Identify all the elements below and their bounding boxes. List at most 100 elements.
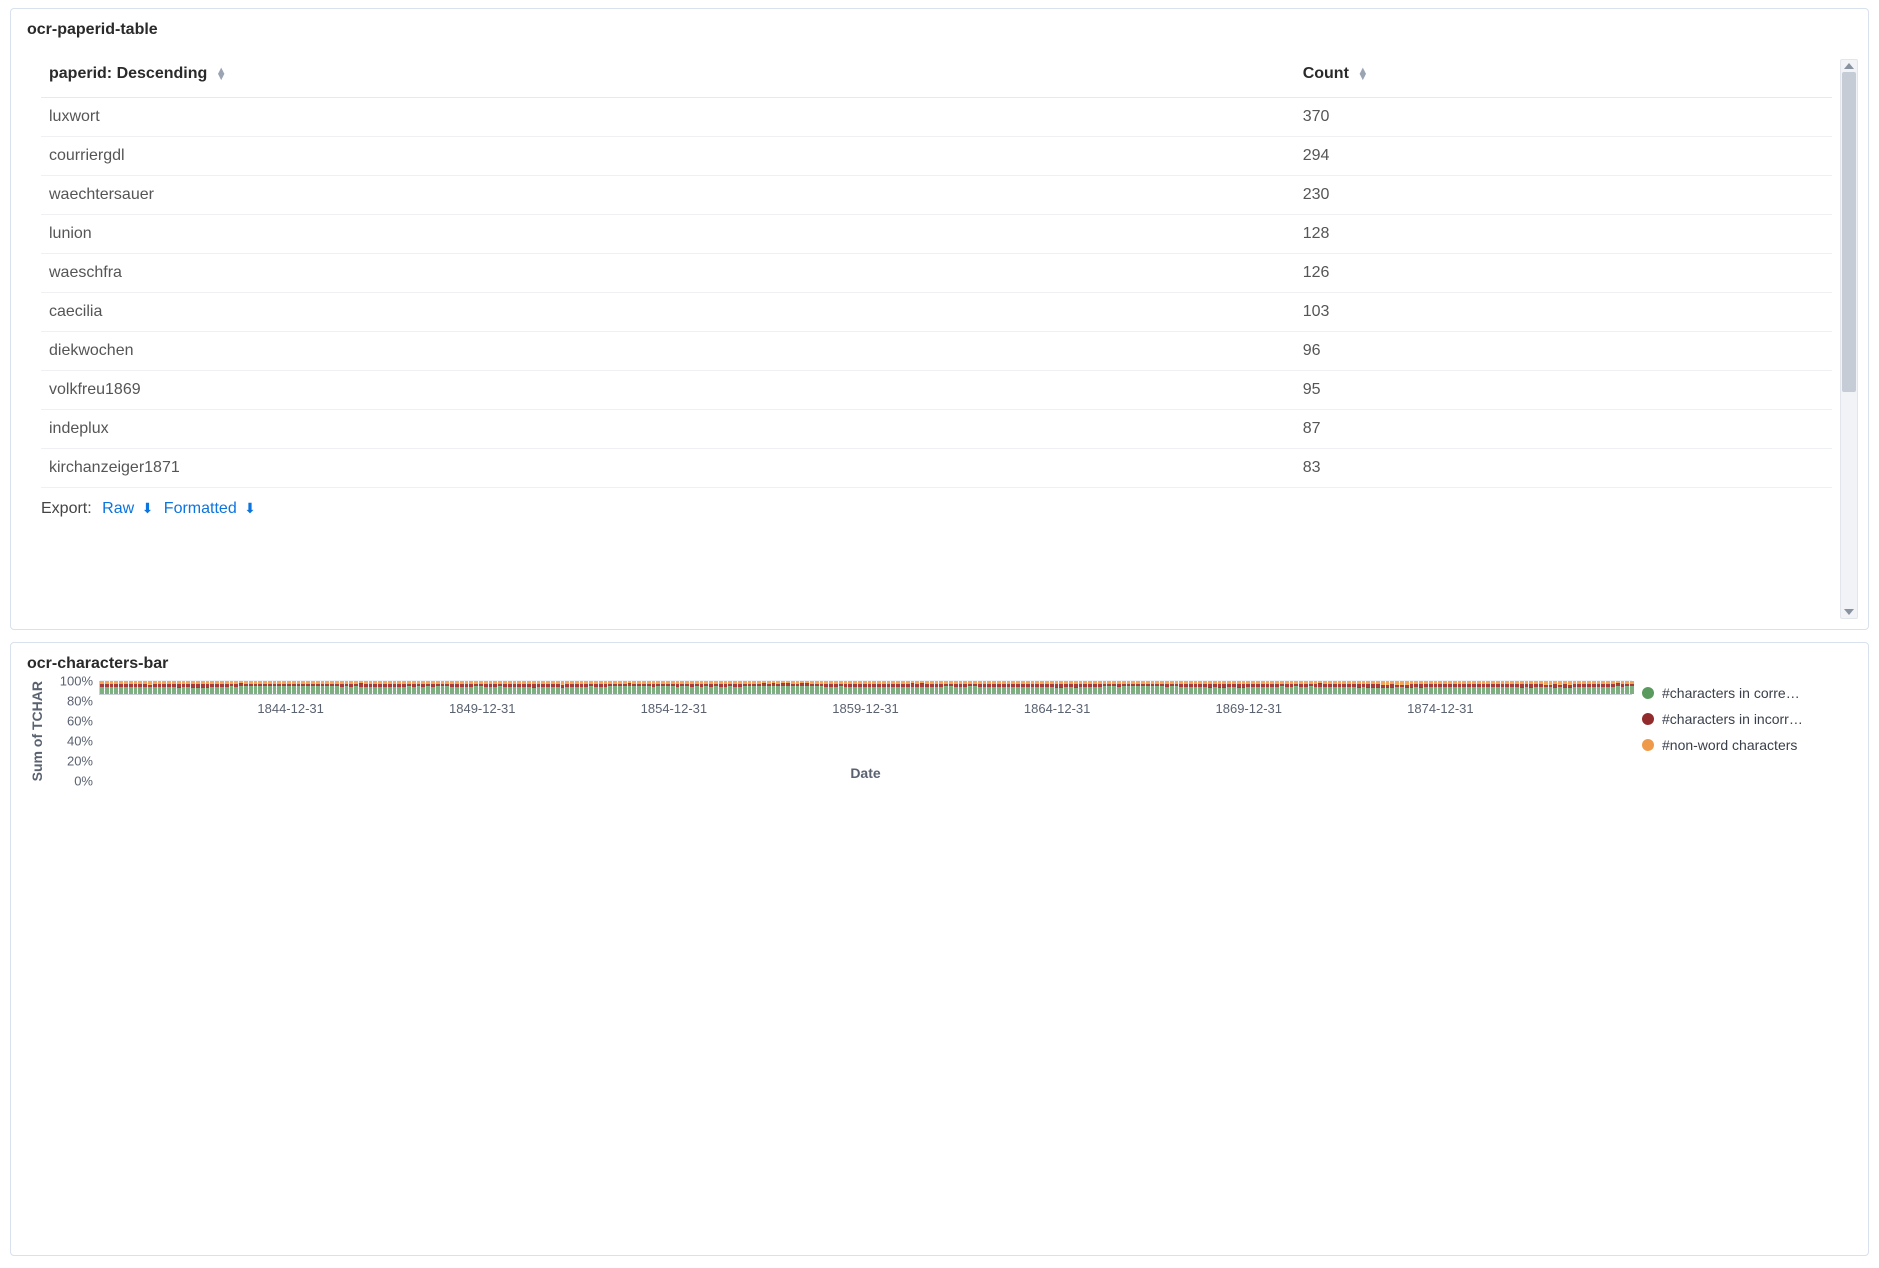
bar: [1285, 681, 1289, 694]
bar: [949, 681, 953, 694]
bar: [1131, 681, 1135, 694]
bar: [920, 681, 924, 694]
bar: [1261, 681, 1265, 694]
bar: [378, 681, 382, 694]
table-row[interactable]: lunion128: [41, 215, 1832, 254]
bar: [277, 681, 281, 694]
bar: [503, 681, 507, 694]
scroll-track[interactable]: [1841, 72, 1857, 606]
bar: [752, 681, 756, 694]
legend-item-correct[interactable]: #characters in corre…: [1642, 685, 1852, 701]
export-label: Export:: [41, 500, 92, 517]
table-row[interactable]: kirchanzeiger187183: [41, 449, 1832, 488]
table-row[interactable]: volkfreu186995: [41, 371, 1832, 410]
table-row[interactable]: diekwochen96: [41, 332, 1832, 371]
table-row[interactable]: courriergdl294: [41, 137, 1832, 176]
bar: [872, 681, 876, 694]
bar: [1400, 681, 1404, 694]
bar: [105, 681, 109, 694]
bar: [762, 681, 766, 694]
table-row[interactable]: indeplux87: [41, 410, 1832, 449]
bar: [527, 681, 531, 694]
bar: [983, 681, 987, 694]
bar: [215, 681, 219, 694]
legend-item-nonword[interactable]: #non-word characters: [1642, 737, 1852, 753]
col-header-count[interactable]: Count ▲▼: [1295, 49, 1832, 98]
bar: [666, 681, 670, 694]
bar: [1146, 681, 1150, 694]
export-formatted-link[interactable]: Formatted ⬇: [164, 500, 256, 517]
bar: [182, 681, 186, 694]
bar: [1098, 681, 1102, 694]
cell-paperid: lunion: [41, 215, 1295, 254]
bar: [412, 681, 416, 694]
col-header-paperid[interactable]: paperid: Descending ▲▼: [41, 49, 1295, 98]
table-row[interactable]: waechtersauer230: [41, 176, 1832, 215]
bar: [1184, 681, 1188, 694]
bar: [340, 681, 344, 694]
bar: [1529, 681, 1533, 694]
bar: [373, 681, 377, 694]
bar: [637, 681, 641, 694]
export-raw-link[interactable]: Raw ⬇: [102, 500, 158, 517]
bar: [1280, 681, 1284, 694]
bar: [805, 681, 809, 694]
bar: [489, 681, 493, 694]
scroll-thumb[interactable]: [1842, 72, 1856, 392]
bar: [1227, 681, 1231, 694]
cell-paperid: waeschfra: [41, 254, 1295, 293]
bar: [992, 681, 996, 694]
legend-swatch-icon: [1642, 739, 1654, 751]
y-tick: 40%: [67, 734, 93, 749]
export-row: Export: Raw ⬇ Formatted ⬇: [11, 498, 1868, 536]
bar: [1333, 681, 1337, 694]
bar: [273, 681, 277, 694]
cell-paperid: caecilia: [41, 293, 1295, 332]
bar: [868, 681, 872, 694]
bar: [820, 681, 824, 694]
bar: [642, 681, 646, 694]
cell-count: 230: [1295, 176, 1832, 215]
bar: [896, 681, 900, 694]
bar: [1448, 681, 1452, 694]
scroll-down-icon[interactable]: [1844, 609, 1854, 615]
table-row[interactable]: caecilia103: [41, 293, 1832, 332]
bar: [786, 681, 790, 694]
bar: [1429, 681, 1433, 694]
bar: [1563, 681, 1567, 694]
bar: [1366, 681, 1370, 694]
table-row[interactable]: waeschfra126: [41, 254, 1832, 293]
legend-item-incorrect[interactable]: #characters in incorr…: [1642, 711, 1852, 727]
bar: [1155, 681, 1159, 694]
bar: [1222, 681, 1226, 694]
bar: [935, 681, 939, 694]
bar: [1040, 681, 1044, 694]
bar: [1347, 681, 1351, 694]
bar: [407, 681, 411, 694]
bar: [1237, 681, 1241, 694]
legend-label: #characters in corre…: [1662, 685, 1800, 701]
bar: [1472, 681, 1476, 694]
bar: [1577, 681, 1581, 694]
bar: [1491, 681, 1495, 694]
bar: [757, 681, 761, 694]
bar: [1520, 681, 1524, 694]
cell-count: 370: [1295, 98, 1832, 137]
cell-count: 103: [1295, 293, 1832, 332]
bar: [1462, 681, 1466, 694]
sort-icon[interactable]: ▲▼: [216, 68, 227, 80]
bar: [479, 681, 483, 694]
bar: [939, 681, 943, 694]
scroll-up-icon[interactable]: [1844, 63, 1854, 69]
sort-icon[interactable]: ▲▼: [1357, 68, 1368, 80]
bar: [604, 681, 608, 694]
bar: [177, 681, 181, 694]
bar: [906, 681, 910, 694]
cell-paperid: luxwort: [41, 98, 1295, 137]
vertical-scrollbar[interactable]: [1840, 59, 1858, 619]
table-row[interactable]: luxwort370: [41, 98, 1832, 137]
bar: [191, 681, 195, 694]
bar: [1414, 681, 1418, 694]
bar: [1381, 681, 1385, 694]
chart-panel: ocr-characters-bar Sum of TCHAR 0% 20% 4…: [10, 642, 1869, 1256]
